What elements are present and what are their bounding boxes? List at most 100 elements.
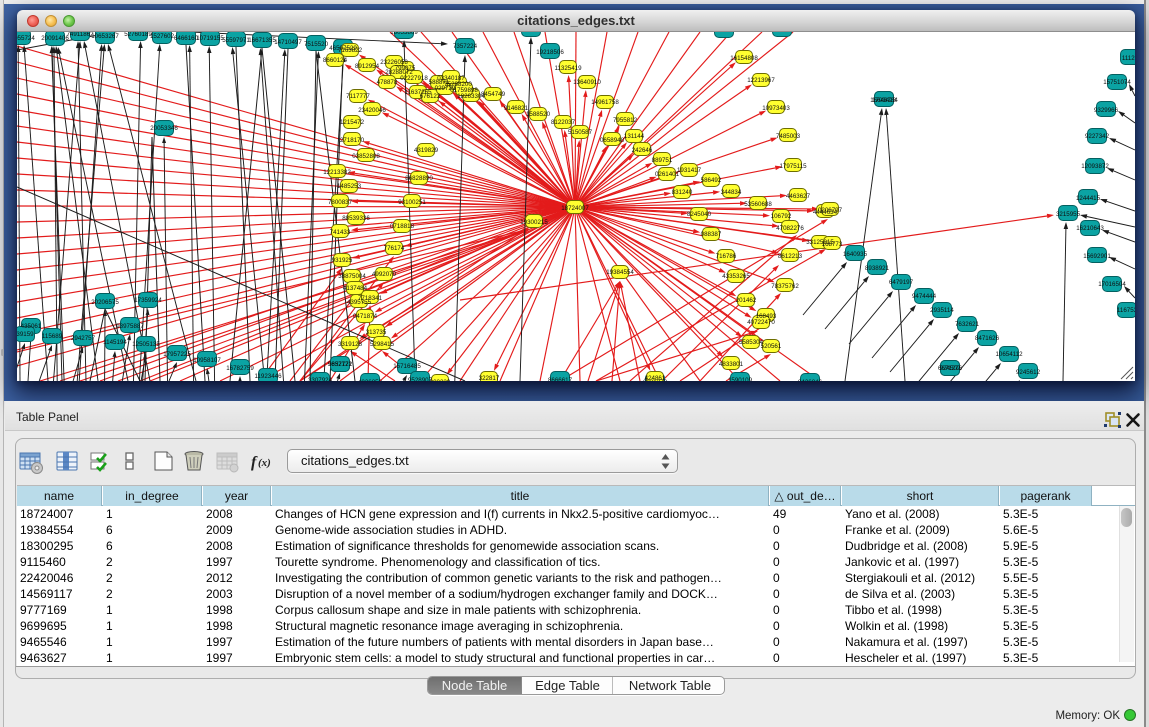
svg-text:1640935: 1640935 <box>843 251 868 258</box>
svg-text:800239: 800239 <box>430 379 451 381</box>
svg-text:9146821: 9146821 <box>504 105 529 112</box>
svg-text:55597971: 55597971 <box>222 37 250 44</box>
svg-text:53560688: 53560688 <box>744 201 772 208</box>
svg-text:11923446: 11923446 <box>254 373 282 380</box>
svg-text:16210643: 16210643 <box>1076 225 1104 232</box>
svg-text:3215955: 3215955 <box>1056 211 1081 218</box>
svg-text:4319829: 4319829 <box>414 147 439 154</box>
svg-text:20206575: 20206575 <box>91 299 119 306</box>
svg-text:242646: 242646 <box>632 147 653 154</box>
svg-text:8912954: 8912954 <box>355 63 380 70</box>
svg-text:15751074: 15751074 <box>1103 79 1131 86</box>
svg-text:02227918: 02227918 <box>400 75 428 82</box>
svg-text:0658948: 0658948 <box>600 137 625 144</box>
svg-text:40722470: 40722470 <box>747 319 775 326</box>
svg-text:435061: 435061 <box>21 323 42 330</box>
svg-text:9245612: 9245612 <box>1016 369 1041 376</box>
svg-text:1590109: 1590109 <box>728 377 753 381</box>
svg-text:5150587: 5150587 <box>568 129 593 136</box>
svg-text:52760189: 52760189 <box>124 32 152 38</box>
svg-text:4992070: 4992070 <box>372 271 397 278</box>
svg-text:6479197: 6479197 <box>889 279 914 286</box>
svg-text:106792: 106792 <box>771 213 792 220</box>
svg-text:03852808: 03852808 <box>352 153 380 160</box>
svg-text:11325419: 11325419 <box>554 65 582 72</box>
svg-text:88539336: 88539336 <box>342 215 370 222</box>
svg-text:14961758: 14961758 <box>591 99 619 106</box>
svg-text:4137484: 4137484 <box>343 285 368 292</box>
svg-text:2942757: 2942757 <box>71 335 96 342</box>
svg-text:4833801: 4833801 <box>719 361 744 368</box>
svg-text:16671355: 16671355 <box>248 37 276 44</box>
svg-text:1244415: 1244415 <box>1076 195 1101 202</box>
svg-text:10653267: 10653267 <box>91 33 119 40</box>
svg-text:7800837: 7800837 <box>328 199 353 206</box>
svg-text:7718341: 7718341 <box>358 295 383 302</box>
svg-text:9227342: 9227342 <box>1085 133 1110 140</box>
svg-text:478878: 478878 <box>377 79 398 86</box>
svg-text:344834: 344834 <box>721 189 742 196</box>
svg-text:f: f <box>251 454 258 471</box>
svg-text:86828890: 86828890 <box>405 175 433 182</box>
svg-text:0718818: 0718818 <box>390 223 415 230</box>
svg-text:8426846: 8426846 <box>798 379 823 381</box>
svg-text:17359924: 17359924 <box>134 297 162 304</box>
svg-text:2087682: 2087682 <box>712 32 737 34</box>
svg-text:131144: 131144 <box>624 133 645 140</box>
svg-text:12093872: 12093872 <box>1081 163 1109 170</box>
svg-text:16154808: 16154808 <box>730 55 758 62</box>
svg-text:(x): (x) <box>258 457 271 469</box>
svg-text:676122: 676122 <box>420 93 441 100</box>
svg-text:924502: 924502 <box>940 365 961 372</box>
svg-text:424861: 424861 <box>645 375 666 381</box>
svg-text:1145194: 1145194 <box>103 339 127 346</box>
svg-text:9474444: 9474444 <box>912 293 937 300</box>
svg-text:322817: 322817 <box>479 375 500 381</box>
svg-text:19384554: 19384554 <box>606 269 634 276</box>
svg-text:2935114: 2935114 <box>930 307 954 314</box>
svg-text:10654112: 10654112 <box>995 351 1023 358</box>
svg-text:3307924: 3307924 <box>308 377 333 381</box>
svg-text:0471874: 0471874 <box>353 313 378 320</box>
svg-text:01759898: 01759898 <box>450 87 478 94</box>
svg-text:93100251: 93100251 <box>398 199 426 206</box>
svg-text:7485003: 7485003 <box>776 133 801 140</box>
svg-text:9329966: 9329966 <box>1094 107 1119 114</box>
svg-text:19300215: 19300215 <box>520 219 548 226</box>
svg-text:12505135: 12505135 <box>132 341 160 348</box>
svg-text:0261401: 0261401 <box>655 171 680 178</box>
svg-text:7117777: 7117777 <box>346 93 370 100</box>
svg-text:5632122: 5632122 <box>328 361 353 368</box>
svg-text:8454749: 8454749 <box>481 91 506 98</box>
svg-text:78375762: 78375762 <box>771 283 799 290</box>
svg-text:1215472: 1215472 <box>340 119 365 126</box>
svg-text:47082276: 47082276 <box>776 225 804 232</box>
svg-text:520561: 520561 <box>761 343 782 350</box>
svg-text:12213382: 12213382 <box>323 169 351 176</box>
svg-text:313735: 313735 <box>366 329 387 336</box>
svg-text:4026859: 4026859 <box>358 379 383 381</box>
svg-text:8245040: 8245040 <box>687 211 712 218</box>
svg-text:586492: 586492 <box>701 177 722 184</box>
svg-text:8938921: 8938921 <box>865 265 890 272</box>
svg-text:1588520: 1588520 <box>526 111 551 118</box>
svg-text:931925: 931925 <box>332 257 353 264</box>
svg-text:7357224: 7357224 <box>453 43 478 50</box>
svg-text:8122037: 8122037 <box>551 119 576 126</box>
svg-text:831240: 831240 <box>672 189 693 196</box>
svg-text:8471626: 8471626 <box>975 335 1000 342</box>
svg-text:741433: 741433 <box>330 229 351 236</box>
svg-text:15692901: 15692901 <box>1083 253 1111 260</box>
svg-text:19218506: 19218506 <box>536 49 564 56</box>
svg-text:20053346: 20053346 <box>150 125 178 132</box>
svg-text:115689: 115689 <box>42 333 63 340</box>
svg-text:43353265: 43353265 <box>722 273 750 280</box>
svg-text:10958107: 10958107 <box>193 357 221 364</box>
svg-text:10973403: 10973403 <box>762 105 790 112</box>
svg-text:8612213: 8612213 <box>778 253 803 260</box>
svg-text:3319128: 3319128 <box>338 341 363 348</box>
svg-text:10719155: 10719155 <box>196 35 224 42</box>
svg-text:03340187: 03340187 <box>437 75 465 82</box>
svg-text:716786: 716786 <box>716 253 737 260</box>
svg-text:17957225: 17957225 <box>163 351 191 358</box>
